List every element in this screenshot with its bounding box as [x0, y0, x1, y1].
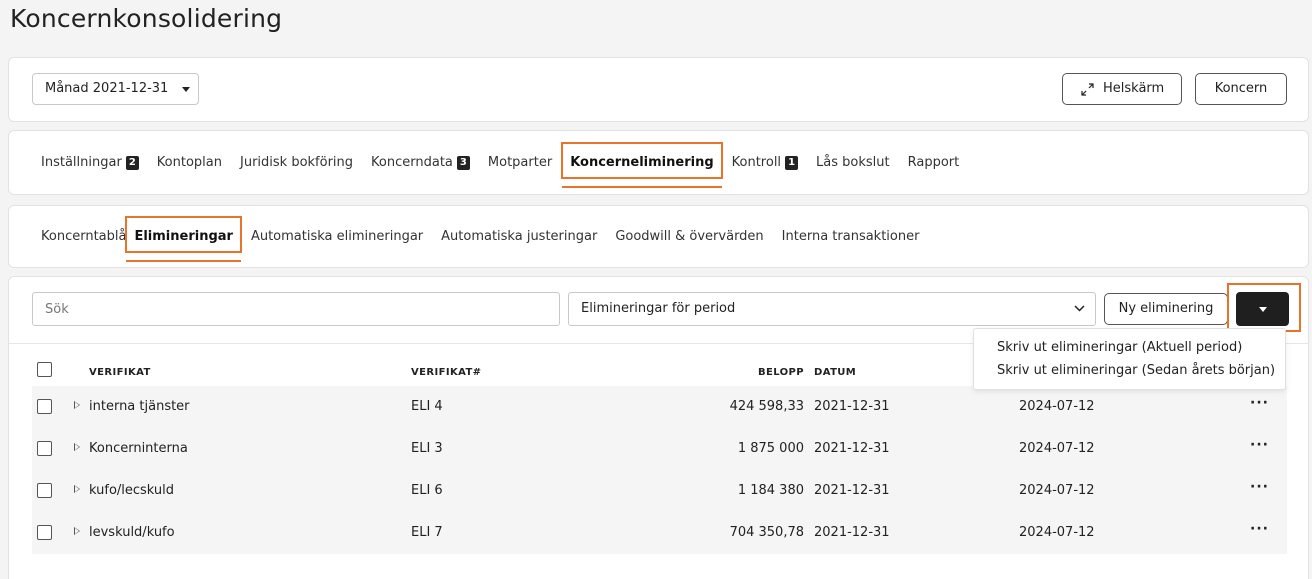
- row-created-date: 2024-07-12: [1019, 483, 1095, 498]
- row-checkbox[interactable]: [37, 441, 52, 456]
- row-created-date: 2024-07-12: [1019, 441, 1095, 456]
- chevron-down-icon: [1074, 305, 1085, 312]
- header-verifikat[interactable]: VERIFIKAT: [89, 367, 151, 378]
- tab-badge: 3: [456, 155, 470, 170]
- more-icon[interactable]: ···: [1250, 479, 1269, 495]
- eliminations-card: Elimineringar för period Ny eliminering …: [8, 276, 1309, 579]
- expand-arrow-icon[interactable]: [74, 485, 80, 493]
- tab-badge: 2: [125, 155, 139, 170]
- tab-label: Koncerntablå: [41, 229, 127, 244]
- row-name: levskuld/kufo: [89, 525, 175, 540]
- table-row[interactable]: interna tjänster ELI 4 424 598,33 2021-1…: [32, 386, 1287, 428]
- row-name: kufo/lecskuld: [89, 483, 175, 498]
- tab-label: Rapport: [907, 155, 960, 170]
- row-date: 2021-12-31: [814, 525, 890, 540]
- expand-icon: [1081, 83, 1094, 96]
- month-select[interactable]: Månad 2021-12-31: [32, 73, 200, 105]
- koncern-button[interactable]: Koncern: [1195, 73, 1287, 105]
- tab-label: Koncerneliminering: [570, 155, 714, 170]
- row-checkbox[interactable]: [37, 399, 52, 414]
- tab-label: Kontoplan: [156, 155, 222, 170]
- expand-arrow-icon[interactable]: [74, 401, 80, 409]
- tab-automatiska-elimineringar[interactable]: Automatiska elimineringar: [251, 229, 423, 244]
- header-card: Månad 2021-12-31 Helskärm Koncern: [8, 57, 1309, 122]
- expand-arrow-icon[interactable]: [74, 527, 80, 535]
- tab-rapport[interactable]: Rapport: [908, 155, 960, 170]
- row-amount: 1 184 380: [737, 483, 804, 498]
- fullscreen-label: Helskärm: [1103, 81, 1165, 96]
- tab-label: Motparter: [487, 155, 553, 170]
- tab-label: Koncerndata: [371, 155, 453, 170]
- tab-label: Interna transaktioner: [781, 229, 920, 244]
- row-amount: 704 350,78: [729, 525, 804, 540]
- new-elimination-button[interactable]: Ny eliminering: [1104, 293, 1228, 325]
- table-row[interactable]: Koncerninterna ELI 3 1 875 000 2021-12-3…: [32, 428, 1287, 470]
- row-amount: 1 875 000: [737, 441, 804, 456]
- select-all-checkbox[interactable]: [37, 362, 52, 377]
- header-datum[interactable]: DATUM: [814, 367, 856, 378]
- row-checkbox[interactable]: [37, 483, 52, 498]
- tab-label: Elimineringar: [134, 229, 233, 244]
- sub-tabs: Koncerntablå Elimineringar Automatiska e…: [41, 206, 937, 267]
- row-name: Koncerninterna: [89, 441, 188, 456]
- tab-kontoplan[interactable]: Kontoplan: [157, 155, 222, 170]
- tab-label: Juridisk bokföring: [240, 155, 354, 170]
- row-verifikat: ELI 4: [411, 399, 443, 414]
- fullscreen-button[interactable]: Helskärm: [1062, 73, 1182, 105]
- tab-goodwill[interactable]: Goodwill & övervärden: [615, 229, 763, 244]
- more-icon[interactable]: ···: [1250, 521, 1269, 537]
- row-date: 2021-12-31: [814, 483, 890, 498]
- header-verifikat-no[interactable]: VERIFIKAT#: [411, 367, 481, 378]
- expand-arrow-icon[interactable]: [74, 443, 80, 451]
- search-input[interactable]: [32, 292, 560, 326]
- row-date: 2021-12-31: [814, 399, 890, 414]
- row-checkbox[interactable]: [37, 525, 52, 540]
- row-created-date: 2024-07-12: [1019, 525, 1095, 540]
- tab-motparter[interactable]: Motparter: [488, 155, 552, 170]
- tab-label: Goodwill & övervärden: [615, 229, 764, 244]
- highlight-box: [1227, 283, 1301, 332]
- row-created-date: 2024-07-12: [1019, 399, 1095, 414]
- tab-koncerneliminering[interactable]: Koncerneliminering: [561, 142, 724, 188]
- print-dropdown-menu: Skriv ut elimineringar (Aktuell period) …: [973, 328, 1286, 390]
- main-tabs: Inställningar 2 Kontoplan Juridisk bokfö…: [41, 131, 977, 194]
- tab-label: Inställningar: [41, 155, 122, 170]
- menu-item-print-year-to-date[interactable]: Skriv ut elimineringar (Sedan årets börj…: [997, 363, 1275, 378]
- caret-down-icon: [182, 87, 191, 92]
- tab-koncerndata[interactable]: Koncerndata 3: [371, 155, 470, 170]
- row-name: interna tjänster: [89, 399, 190, 414]
- menu-item-print-current-period[interactable]: Skriv ut elimineringar (Aktuell period): [997, 340, 1242, 355]
- row-verifikat: ELI 7: [411, 525, 443, 540]
- table-row[interactable]: levskuld/kufo ELI 7 704 350,78 2021-12-3…: [32, 512, 1287, 554]
- header-belopp[interactable]: BELOPP: [758, 367, 804, 378]
- row-verifikat: ELI 3: [411, 441, 443, 456]
- tab-interna-transaktioner[interactable]: Interna transaktioner: [782, 229, 920, 244]
- tab-koncerntabla[interactable]: Koncerntablå: [41, 229, 126, 244]
- main-tabs-card: Inställningar 2 Kontoplan Juridisk bokfö…: [8, 130, 1309, 195]
- tab-label: Automatiska elimineringar: [250, 229, 424, 244]
- tab-juridisk-bokforing[interactable]: Juridisk bokföring: [240, 155, 353, 170]
- more-icon[interactable]: ···: [1250, 437, 1269, 453]
- tab-badge: 1: [785, 155, 799, 170]
- month-select-value: Månad 2021-12-31: [45, 81, 169, 96]
- period-filter-select[interactable]: Elimineringar för period: [568, 292, 1096, 326]
- tab-elimineringar[interactable]: Elimineringar: [125, 216, 243, 262]
- tab-label: Kontroll: [731, 155, 782, 170]
- table-row[interactable]: kufo/lecskuld ELI 6 1 184 380 2021-12-31…: [32, 470, 1287, 512]
- page-title: Koncernkonsolidering: [10, 4, 283, 33]
- tab-label: Automatiska justeringar: [441, 229, 598, 244]
- tab-kontroll[interactable]: Kontroll 1: [731, 155, 799, 170]
- sub-tabs-card: Koncerntablå Elimineringar Automatiska e…: [8, 205, 1309, 268]
- more-icon[interactable]: ···: [1250, 395, 1269, 411]
- row-amount: 424 598,33: [729, 399, 804, 414]
- tab-label: Lås bokslut: [816, 155, 890, 170]
- tab-automatiska-justeringar[interactable]: Automatiska justeringar: [441, 229, 597, 244]
- tab-installningar[interactable]: Inställningar 2: [41, 155, 139, 170]
- row-date: 2021-12-31: [814, 441, 890, 456]
- period-filter-value: Elimineringar för period: [581, 301, 736, 316]
- tab-las-bokslut[interactable]: Lås bokslut: [816, 155, 890, 170]
- row-verifikat: ELI 6: [411, 483, 443, 498]
